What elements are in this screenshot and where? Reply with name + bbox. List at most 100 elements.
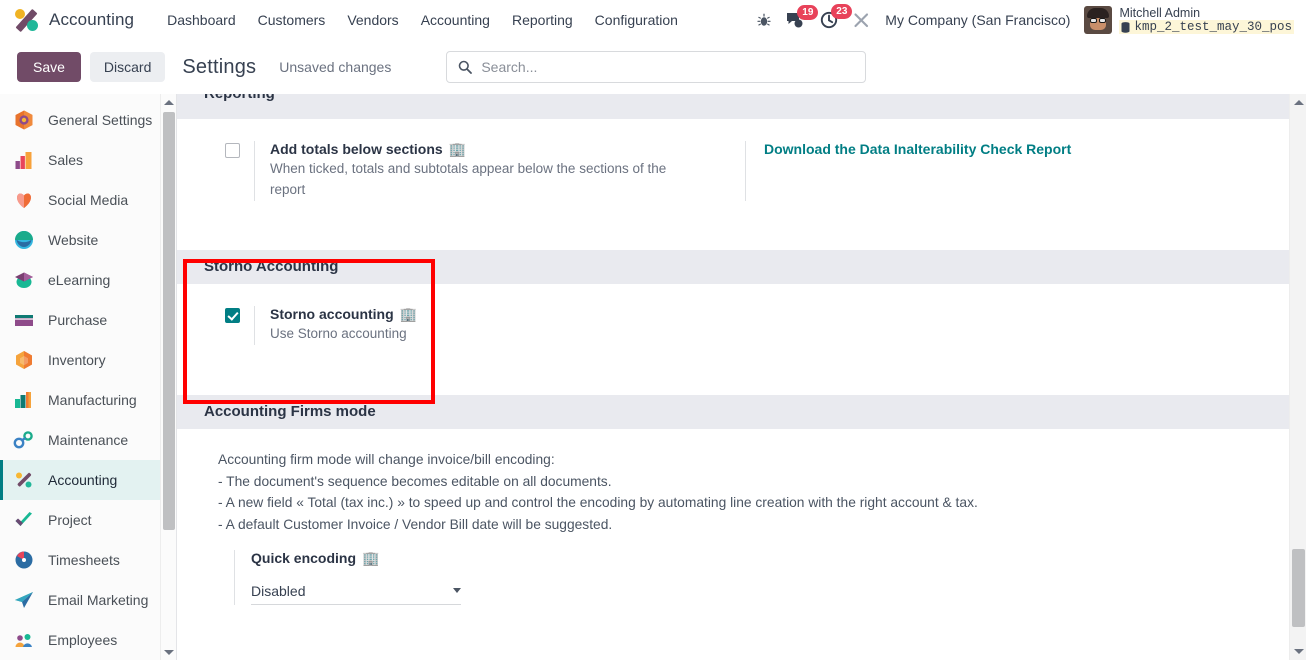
quick-encoding-value: Disabled	[251, 582, 306, 599]
setting-row-storno: Storno accounting 🏢 Use Storno accountin…	[204, 284, 1289, 355]
content-area: General Settings Sales Social Media Webs…	[0, 94, 1306, 660]
sidebar-item-manufacturing[interactable]: Manufacturing	[0, 380, 176, 420]
setting-row-add-totals: Add totals below sections 🏢 When ticked,…	[204, 119, 1289, 211]
manufacturing-app-icon	[13, 389, 35, 411]
main-scrollbar[interactable]	[1289, 94, 1306, 660]
inventory-app-icon	[13, 349, 35, 371]
menu-item-vendors[interactable]: Vendors	[336, 6, 409, 34]
database-name-label: kmp_2_test_may_30_pos	[1134, 20, 1292, 34]
sidebar-item-elearning[interactable]: eLearning	[0, 260, 176, 300]
database-icon	[1121, 21, 1130, 33]
company-building-icon: 🏢	[399, 305, 418, 322]
add-totals-checkbox[interactable]	[225, 143, 240, 158]
sidebar-item-label: Maintenance	[48, 432, 129, 448]
sidebar-item-label: Website	[48, 232, 99, 248]
quick-encoding-block: Quick encoding 🏢 Disabled	[234, 549, 1289, 605]
sidebar-scroll-thumb[interactable]	[163, 112, 175, 530]
page-title: Settings	[182, 55, 257, 78]
sidebar-item-label: Accounting	[48, 472, 118, 488]
crossed-tools-icon[interactable]	[852, 11, 871, 30]
sidebar-item-social-media[interactable]: Social Media	[0, 180, 176, 220]
bug-icon[interactable]	[756, 12, 772, 28]
activities-count-badge: 23	[831, 4, 853, 19]
storno-accounting-checkbox[interactable]	[225, 307, 240, 323]
brand-label: Accounting	[49, 10, 135, 29]
brand-home-link[interactable]: Accounting	[14, 7, 134, 33]
main-scroll-down-arrow[interactable]	[1290, 643, 1306, 660]
firms-line-1: Accounting firm mode will change invoice…	[218, 451, 555, 467]
email-marketing-app-icon	[13, 589, 35, 611]
firms-line-4: - A default Customer Invoice / Vendor Bi…	[218, 517, 613, 533]
sidebar-item-sales[interactable]: Sales	[0, 140, 176, 180]
add-totals-description: When ticked, totals and subtotals appear…	[270, 161, 667, 197]
sidebar-item-email-marketing[interactable]: Email Marketing	[0, 580, 176, 620]
search-input[interactable]: Search...	[481, 59, 537, 75]
section-body-storno: Storno accounting 🏢 Use Storno accountin…	[177, 283, 1289, 395]
section-body-reporting: Add totals below sections 🏢 When ticked,…	[177, 119, 1289, 211]
main-scroll-thumb[interactable]	[1292, 549, 1305, 627]
sidebar-item-label: Timesheets	[48, 552, 120, 568]
control-panel: Save Discard Settings Unsaved changes Se…	[0, 40, 1306, 94]
download-inalterability-report-link[interactable]: Download the Data Inalterability Check R…	[764, 141, 1071, 157]
sidebar-item-timesheets[interactable]: Timesheets	[0, 540, 176, 580]
sidebar-item-label: Social Media	[48, 192, 129, 208]
discard-button[interactable]: Discard	[89, 52, 166, 82]
menu-item-dashboard[interactable]: Dashboard	[156, 6, 247, 34]
sidebar-item-label: General Settings	[48, 112, 153, 128]
firms-line-3: - A new field « Total (tax inc.) » to sp…	[218, 495, 978, 511]
sidebar-item-employees[interactable]: Employees	[0, 620, 176, 660]
main-menu: Dashboard Customers Vendors Accounting R…	[156, 6, 689, 34]
settings-sidebar: General Settings Sales Social Media Webs…	[0, 94, 177, 660]
sidebar-item-label: Inventory	[48, 352, 106, 368]
user-menu[interactable]: Mitchell Admin kmp_2_test_may_30_pos	[1084, 6, 1294, 35]
maintenance-app-icon	[13, 429, 35, 451]
menu-item-customers[interactable]: Customers	[247, 6, 337, 34]
purchase-app-icon	[13, 309, 35, 331]
quick-encoding-select[interactable]: Disabled	[251, 583, 461, 605]
main-scroll-up-arrow[interactable]	[1290, 94, 1306, 111]
sidebar-item-label: Sales	[48, 152, 84, 168]
sidebar-item-label: Email Marketing	[48, 592, 149, 608]
sidebar-item-maintenance[interactable]: Maintenance	[0, 420, 176, 460]
sidebar-item-general-settings[interactable]: General Settings	[0, 100, 176, 140]
menu-item-configuration[interactable]: Configuration	[584, 6, 689, 34]
website-app-icon	[13, 229, 35, 251]
sidebar-item-website[interactable]: Website	[0, 220, 176, 260]
menu-item-reporting[interactable]: Reporting	[501, 6, 584, 34]
quick-encoding-label: Quick encoding 🏢	[251, 549, 380, 566]
company-switcher[interactable]: My Company (San Francisco)	[885, 12, 1070, 28]
sidebar-scroll-down-arrow[interactable]	[161, 644, 176, 660]
messages-count-badge: 19	[797, 4, 819, 20]
search-box[interactable]: Search...	[446, 51, 867, 83]
section-header-reporting: Reporting	[177, 94, 1289, 119]
top-navbar: Accounting Dashboard Customers Vendors A…	[0, 0, 1306, 40]
firms-line-2: - The document's sequence becomes editab…	[218, 473, 612, 489]
company-building-icon: 🏢	[362, 549, 380, 566]
user-name-label: Mitchell Admin	[1119, 5, 1201, 20]
odoo-accounting-logo-icon	[14, 7, 40, 33]
sidebar-scroll-up-arrow[interactable]	[161, 94, 176, 110]
timesheets-app-icon	[13, 549, 35, 571]
sidebar-scrollbar[interactable]	[160, 94, 176, 660]
sidebar-item-label: Manufacturing	[48, 392, 137, 408]
sidebar-item-inventory[interactable]: Inventory	[0, 340, 176, 380]
sidebar-item-label: Project	[48, 512, 92, 528]
sales-app-icon	[13, 149, 35, 171]
sidebar-item-accounting[interactable]: Accounting	[0, 460, 176, 500]
storno-title: Storno accounting 🏢	[270, 305, 418, 322]
save-button[interactable]: Save	[17, 52, 81, 82]
menu-item-accounting[interactable]: Accounting	[410, 6, 501, 34]
employees-app-icon	[13, 629, 35, 651]
social-media-app-icon	[13, 189, 35, 211]
activities-clock-icon[interactable]: 23	[820, 4, 853, 29]
settings-sidebar-list: General Settings Sales Social Media Webs…	[0, 94, 176, 660]
section-header-firms: Accounting Firms mode	[177, 394, 1289, 429]
messages-icon[interactable]: 19	[786, 4, 819, 29]
sidebar-item-label: eLearning	[48, 272, 111, 288]
sidebar-item-project[interactable]: Project	[0, 500, 176, 540]
company-building-icon: 🏢	[448, 141, 467, 157]
project-app-icon	[13, 509, 35, 531]
add-totals-title: Add totals below sections 🏢	[270, 141, 467, 157]
sidebar-item-purchase[interactable]: Purchase	[0, 300, 176, 340]
section-header-storno: Storno Accounting	[177, 249, 1289, 284]
